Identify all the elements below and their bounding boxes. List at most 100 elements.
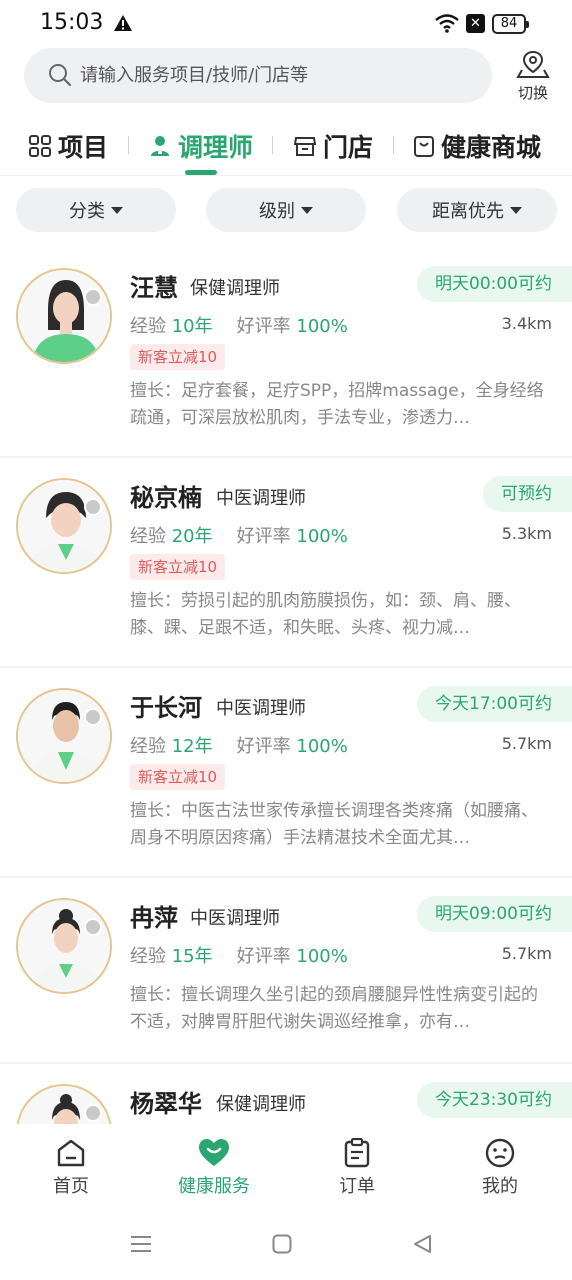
- rating-value: 100%: [296, 946, 348, 967]
- smiley-icon: [485, 1138, 515, 1168]
- promo-badge: 新客立减10: [130, 554, 226, 580]
- search-input[interactable]: [80, 48, 480, 103]
- battery-icon: 84: [492, 14, 529, 34]
- therapist-card[interactable]: 杨翠华 保健调理师 今天23:30可约: [0, 1064, 572, 1124]
- distance: 5.3km: [501, 524, 552, 543]
- tab-label: 调理师: [178, 133, 254, 162]
- tab-projects[interactable]: 项目: [28, 126, 108, 166]
- expand-icon: [84, 918, 102, 936]
- tab-therapists[interactable]: 调理师: [148, 126, 253, 166]
- status-time: 15:03: [40, 10, 104, 35]
- filter-label: 距离优先: [432, 201, 504, 222]
- home-icon: [57, 1139, 85, 1167]
- heart-icon: [199, 1139, 229, 1166]
- experience-label: 经验: [130, 316, 166, 337]
- therapist-meta: 经验 10年 好评率 100%: [130, 312, 348, 338]
- nav-label: 首页: [53, 1176, 89, 1197]
- expand-icon: [84, 708, 102, 726]
- rating-label: 好评率: [236, 736, 291, 757]
- tab-label: 健康商城: [441, 133, 542, 162]
- tab-divider: [393, 136, 394, 154]
- status-bar: 15:03 ✕ 84: [0, 0, 572, 48]
- therapist-card[interactable]: 于长河 中医调理师 今天17:00可约 经验 12年 好评率 100% 5.7km…: [0, 668, 572, 878]
- caret-down-icon: [301, 206, 313, 214]
- availability-badge[interactable]: 明天09:00可约: [417, 896, 572, 932]
- availability-badge[interactable]: 今天17:00可约: [417, 686, 572, 722]
- therapist-meta: 经验 15年 好评率 100%: [130, 942, 348, 968]
- therapist-name: 冉萍: [130, 904, 178, 932]
- avatar: [16, 898, 112, 994]
- distance: 5.7km: [501, 734, 552, 753]
- therapist-meta: 经验 20年 好评率 100%: [130, 522, 348, 548]
- menu-icon[interactable]: [130, 1234, 152, 1254]
- rating-label: 好评率: [236, 316, 291, 337]
- rating-label: 好评率: [236, 526, 291, 547]
- tab-label: 门店: [323, 133, 374, 162]
- therapist-name: 秘京楠: [130, 484, 202, 512]
- tab-health-mall[interactable]: 健康商城: [413, 126, 541, 166]
- nav-orders[interactable]: 订单: [312, 1138, 402, 1198]
- therapist-description: 擅长：中医古法世家传承擅长调理各类疼痛（如腰痛、周身不明原因疼痛）手法精湛技术全…: [130, 801, 538, 848]
- rating-label: 好评率: [236, 946, 291, 967]
- therapist-description: 擅长：擅长调理久坐引起的颈肩腰腿异性性病变引起的不适，对脾胃肝胆代谢失调巡经推拿…: [130, 985, 538, 1032]
- back-triangle-icon[interactable]: [412, 1234, 432, 1254]
- therapist-name: 于长河: [130, 694, 202, 722]
- filter-distance[interactable]: 距离优先: [397, 188, 557, 232]
- expand-icon: [84, 498, 102, 516]
- caret-down-icon: [510, 206, 522, 214]
- therapist-title: 中医调理师: [216, 698, 306, 719]
- availability-badge[interactable]: 明天00:00可约: [417, 266, 572, 302]
- availability-badge[interactable]: 可预约: [483, 476, 572, 512]
- nav-label: 订单: [339, 1176, 375, 1197]
- bottom-nav: 首页 健康服务 订单 我的: [0, 1124, 572, 1210]
- distance: 3.4km: [501, 314, 552, 333]
- avatar-image: [18, 480, 110, 572]
- expand-icon: [84, 288, 102, 306]
- nav-home[interactable]: 首页: [26, 1138, 116, 1198]
- therapist-title: 保健调理师: [216, 1094, 306, 1115]
- switch-location-button[interactable]: 切换: [510, 50, 556, 104]
- therapist-card[interactable]: 秘京楠 中医调理师 可预约 经验 20年 好评率 100% 5.3km 新客立减1…: [0, 458, 572, 668]
- therapist-description: 擅长：足疗套餐，足疗SPP，招牌massage，全身经络疏通，可深层放松肌肉，手…: [130, 381, 544, 428]
- therapist-card[interactable]: 汪慧 保健调理师 明天00:00可约 经验 10年 好评率 100% 3.4km …: [0, 248, 572, 458]
- therapist-description: 擅长：劳损引起的肌肉筋膜损伤，如：颈、肩、腰、膝、踝、足跟不适，和失眠、头疼、视…: [130, 591, 521, 638]
- nav-profile[interactable]: 我的: [455, 1138, 545, 1198]
- store-icon: [293, 137, 317, 156]
- no-sim-icon: ✕: [466, 14, 485, 33]
- experience-label: 经验: [130, 736, 166, 757]
- experience-label: 经验: [130, 946, 166, 967]
- promo-badge: 新客立减10: [130, 764, 226, 790]
- therapist-list: 汪慧 保健调理师 明天00:00可约 经验 10年 好评率 100% 3.4km …: [0, 248, 572, 1124]
- avatar-image: [18, 270, 110, 362]
- experience-label: 经验: [130, 526, 166, 547]
- therapist-meta: 经验 12年 好评率 100%: [130, 732, 348, 758]
- category-tabs: 项目 调理师 门店 健康商城: [0, 120, 572, 176]
- nav-label: 我的: [482, 1176, 518, 1197]
- expand-icon: [84, 1104, 102, 1122]
- tab-stores[interactable]: 门店: [293, 126, 373, 166]
- therapist-title: 保健调理师: [190, 278, 280, 299]
- grid-icon: [29, 135, 51, 157]
- nav-health-service[interactable]: 健康服务: [169, 1138, 259, 1198]
- experience-value: 12年: [171, 736, 213, 757]
- filter-level[interactable]: 级别: [206, 188, 366, 232]
- therapist-name: 汪慧: [130, 274, 178, 302]
- experience-value: 15年: [171, 946, 213, 967]
- promo-badge: 新客立减10: [130, 344, 226, 370]
- search-bar[interactable]: [24, 48, 492, 103]
- avatar: [16, 268, 112, 364]
- rating-value: 100%: [296, 736, 348, 757]
- therapist-title: 中医调理师: [190, 908, 280, 929]
- distance: 5.7km: [501, 944, 552, 963]
- filter-category[interactable]: 分类: [16, 188, 176, 232]
- therapist-card[interactable]: 冉萍 中医调理师 明天09:00可约 经验 15年 好评率 100% 5.7km …: [0, 878, 572, 1064]
- system-nav-bar: [0, 1210, 572, 1280]
- active-tab-indicator: [185, 170, 217, 175]
- avatar-image: [18, 690, 110, 782]
- home-square-icon[interactable]: [272, 1234, 292, 1254]
- availability-badge[interactable]: 今天23:30可约: [417, 1082, 572, 1118]
- wifi-icon: [435, 14, 459, 33]
- switch-label: 切换: [517, 84, 548, 102]
- tab-divider: [272, 136, 273, 154]
- caret-down-icon: [111, 206, 123, 214]
